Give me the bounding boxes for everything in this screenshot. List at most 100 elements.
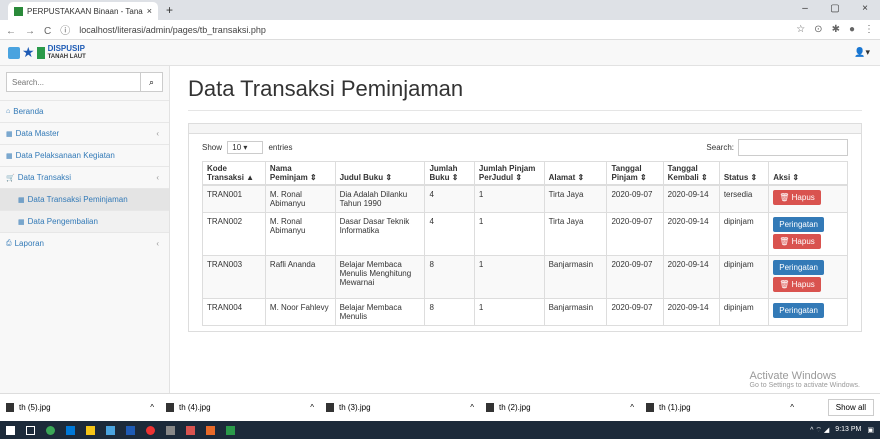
menu-dots-icon[interactable]: ⋮ — [864, 24, 874, 35]
edge-icon[interactable] — [66, 425, 75, 435]
hapus-button[interactable]: 🗑 Hapus — [773, 234, 821, 249]
hapus-button[interactable]: 🗑 Hapus — [773, 190, 821, 205]
content-area: Data Transaksi Peminjaman Show 10 ▾ entr… — [170, 66, 880, 393]
reload-icon[interactable]: C — [44, 26, 51, 37]
media-icon[interactable] — [186, 425, 195, 435]
peringatan-button[interactable]: Peringatan — [773, 303, 824, 318]
peringatan-button[interactable]: Peringatan — [773, 260, 824, 275]
minimize-icon[interactable]: – — [790, 0, 820, 18]
app-icon[interactable] — [166, 425, 175, 435]
entries-select[interactable]: 10 ▾ — [227, 141, 264, 154]
wifi-icon[interactable]: ^ ⌔ ◢ — [810, 426, 829, 435]
puzzle-icon[interactable]: ✱ — [832, 24, 840, 35]
col-judul[interactable]: Judul Buku ⇕ — [334, 161, 426, 186]
col-status[interactable]: Status ⇕ — [718, 161, 770, 186]
sidebar-item-pengembalian[interactable]: ▦ Data Pengembalian — [0, 210, 169, 232]
photos-icon[interactable] — [206, 425, 215, 435]
col-nama[interactable]: Nama Peminjam ⇕ — [264, 161, 336, 186]
table-header-row: Kode Transaksi ▲ Nama Peminjam ⇕ Judul B… — [202, 161, 848, 186]
cell-tgl-pinjam: 2020-09-07 — [606, 255, 664, 299]
user-menu-icon[interactable]: 👤▾ — [854, 47, 870, 58]
profile-icon[interactable]: ● — [849, 24, 855, 35]
browser-tab[interactable]: PERPUSTAKAAN Binaan - Tanah × — [8, 2, 158, 20]
sidebar-item-transaksi-peminjaman[interactable]: ▦ Data Transaksi Peminjaman — [0, 188, 169, 210]
app2-icon[interactable] — [226, 425, 235, 435]
sidebar-item-data-transaksi[interactable]: 🛒 Data Transaksi ‹ — [0, 166, 169, 188]
chevron-up-icon[interactable]: ^ — [150, 403, 154, 412]
sidebar-item-label: Data Transaksi Peminjaman — [27, 195, 128, 204]
sidebar-item-beranda[interactable]: ⌂ Beranda — [0, 100, 169, 122]
back-icon[interactable]: ← — [6, 26, 16, 37]
sidebar-item-data-pelaksanaan[interactable]: ▦ Data Pelaksanaan Kegiatan — [0, 144, 169, 166]
cell-alamat: Tirta Jaya — [543, 184, 608, 213]
col-jumlah[interactable]: Jumlah Buku ⇕ — [424, 161, 475, 186]
chevron-up-icon[interactable]: ^ — [310, 403, 314, 412]
search-icon[interactable]: ⌕ — [140, 73, 162, 91]
star-icon[interactable]: ☆ — [796, 24, 805, 35]
file-icon — [646, 403, 654, 412]
download-item[interactable]: th (5).jpg ^ — [6, 403, 166, 412]
cell-nama: M. Ronal Abimanyu — [264, 184, 336, 213]
peringatan-button[interactable]: Peringatan — [773, 217, 824, 232]
sidebar-item-label: Laporan — [14, 239, 44, 248]
cell-nama: Rafli Ananda — [264, 255, 336, 299]
task-view-icon[interactable] — [26, 425, 35, 435]
trash-icon: 🗑 — [779, 193, 790, 202]
new-tab-button[interactable]: + — [166, 3, 173, 17]
download-item[interactable]: th (4).jpg ^ — [166, 403, 326, 412]
panel-body: Show 10 ▾ entries Search: Kode Transaksi… — [189, 134, 861, 331]
url-field[interactable]: localhost/literasi/admin/pages/tb_transa… — [79, 25, 796, 35]
forward-icon[interactable]: → — [25, 26, 35, 37]
cell-tgl-kembali: 2020-09-14 — [662, 184, 720, 213]
cell-nama: M. Ronal Abimanyu — [264, 212, 336, 256]
close-window-icon[interactable]: × — [850, 0, 880, 18]
panel-heading — [189, 124, 861, 134]
opera-icon[interactable] — [146, 425, 155, 435]
file-icon — [6, 403, 14, 412]
table-controls: Show 10 ▾ entries Search: — [202, 139, 848, 156]
info-icon[interactable]: ⓘ — [60, 26, 70, 37]
explorer-icon[interactable] — [86, 425, 95, 435]
chevron-up-icon[interactable]: ^ — [630, 403, 634, 412]
chevron-up-icon[interactable]: ^ — [790, 403, 794, 412]
sidebar-item-label: Data Transaksi — [17, 173, 72, 182]
col-per-judul[interactable]: Jumlah Pinjam PerJudul ⇕ — [473, 161, 545, 186]
sidebar-search-input[interactable] — [7, 73, 140, 91]
col-tgl-kembali[interactable]: Tanggal Kembali ⇕ — [662, 161, 720, 186]
cart-icon: 🛒 — [6, 174, 15, 182]
mail-icon[interactable] — [126, 425, 135, 435]
show-all-button[interactable]: Show all — [827, 399, 874, 416]
cell-jumlah: 8 — [424, 298, 475, 326]
cell-judul: Dasar Dasar Teknik Informatika — [334, 212, 426, 256]
chrome-icon[interactable] — [46, 425, 55, 435]
col-kode[interactable]: Kode Transaksi ▲ — [202, 161, 266, 186]
chevron-left-icon: ‹ — [156, 239, 159, 248]
tab-close-icon[interactable]: × — [147, 6, 152, 16]
maximize-icon[interactable]: ▢ — [820, 0, 850, 18]
cell-jumlah: 4 — [424, 212, 475, 256]
notification-icon[interactable]: ▣ — [867, 426, 874, 435]
sidebar-item-data-master[interactable]: ▦ Data Master ‹ — [0, 122, 169, 144]
sidebar-item-laporan[interactable]: ⎙ Laporan ‹ — [0, 232, 169, 254]
browser-tab-strip: PERPUSTAKAAN Binaan - Tanah × + – ▢ × — [0, 0, 880, 20]
clock[interactable]: 9:13 PM — [835, 426, 861, 435]
cell-tgl-pinjam: 2020-09-07 — [606, 184, 664, 213]
download-item[interactable]: th (1).jpg ^ — [646, 403, 806, 412]
col-tgl-pinjam[interactable]: Tanggal Pinjam ⇕ — [606, 161, 664, 186]
table-icon: ▦ — [18, 218, 25, 226]
download-item[interactable]: th (2).jpg ^ — [486, 403, 646, 412]
cell-aksi: Peringatan 🗑 Hapus — [768, 212, 848, 256]
extension-icon[interactable]: ⊙ — [814, 24, 822, 35]
cell-alamat: Banjarmasin — [543, 255, 608, 299]
windows-start-icon[interactable] — [6, 425, 15, 435]
chevron-up-icon[interactable]: ^ — [470, 403, 474, 412]
sidebar: ⌕ ⌂Beranda ▦Data Master ‹ ▦Data Pelaksan… — [0, 66, 170, 393]
hapus-button[interactable]: 🗑 Hapus — [773, 277, 821, 292]
store-icon[interactable] — [106, 425, 115, 435]
col-alamat[interactable]: Alamat ⇕ — [543, 161, 608, 186]
table-search-input[interactable] — [738, 139, 848, 156]
download-item[interactable]: th (3).jpg ^ — [326, 403, 486, 412]
col-aksi[interactable]: Aksi ⇕ — [768, 161, 848, 186]
browser-extensions: ☆ ⊙ ✱ ● ⋮ — [796, 24, 874, 35]
site-logo[interactable]: ★ DISPUSIP TANAH LAUT — [8, 44, 86, 61]
